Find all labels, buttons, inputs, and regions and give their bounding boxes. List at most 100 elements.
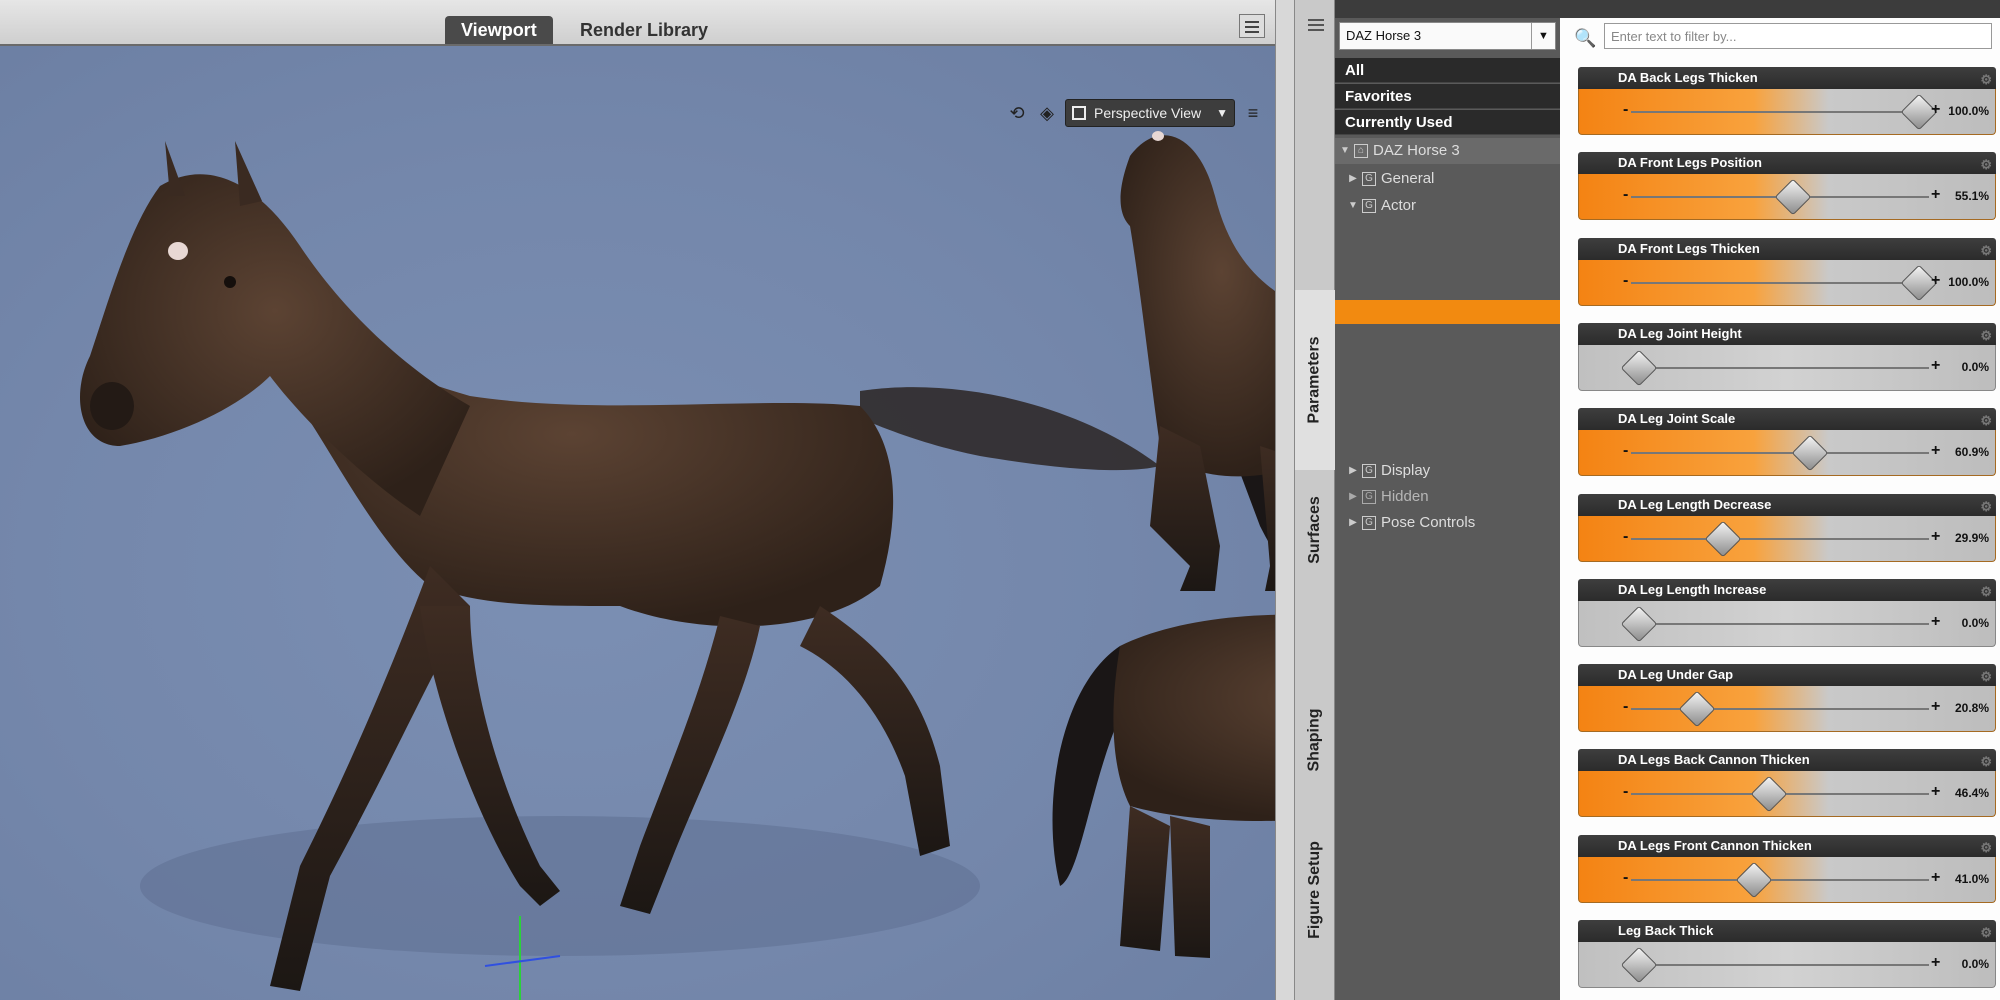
- tab-parameters[interactable]: Parameters: [1295, 290, 1335, 470]
- gear-icon[interactable]: ⚙: [1980, 69, 1992, 91]
- pane-splitter[interactable]: [1275, 0, 1295, 1000]
- decrement-button[interactable]: -: [1623, 186, 1628, 204]
- slider-knob[interactable]: [1620, 946, 1658, 984]
- increment-button[interactable]: +: [1931, 783, 1940, 801]
- figure-select[interactable]: DAZ Horse 3 ▼: [1339, 22, 1556, 50]
- slider-value[interactable]: 29.9%: [1955, 531, 1989, 545]
- 3d-scene[interactable]: ⟲ ◈ Perspective View ▼ ≡: [0, 46, 1275, 1000]
- tree-node-selected[interactable]: [1335, 300, 1560, 324]
- parameter-slider[interactable]: DA Legs Back Cannon Thicken ⚙ - +46.4%: [1578, 749, 1996, 819]
- slider-track[interactable]: [1631, 537, 1929, 540]
- slider-value[interactable]: 0.0%: [1962, 957, 1989, 971]
- tab-viewport[interactable]: Viewport: [445, 16, 553, 44]
- slider-value[interactable]: 20.8%: [1955, 701, 1989, 715]
- slider-value[interactable]: 0.0%: [1962, 616, 1989, 630]
- parameter-slider[interactable]: DA Leg Joint Scale ⚙ - +60.9%: [1578, 408, 1996, 478]
- slider-knob[interactable]: [1620, 605, 1658, 643]
- slider-value[interactable]: 100.0%: [1948, 275, 1989, 289]
- decrement-button[interactable]: -: [1623, 869, 1628, 887]
- gear-icon[interactable]: ⚙: [1980, 751, 1992, 773]
- tree-node-hidden[interactable]: ▶ G Hidden: [1335, 484, 1560, 510]
- slider-track-area[interactable]: - +100.0%: [1578, 89, 1996, 135]
- increment-button[interactable]: +: [1931, 528, 1940, 546]
- slider-track[interactable]: [1631, 452, 1929, 455]
- parameter-slider[interactable]: DA Leg Length Decrease ⚙ - +29.9%: [1578, 493, 1996, 564]
- parameter-slider[interactable]: DA Front Legs Thicken ⚙ - +100.0%: [1578, 237, 1996, 308]
- slider-value[interactable]: 46.4%: [1955, 786, 1989, 800]
- slider-knob[interactable]: [1620, 349, 1658, 387]
- tab-render-library[interactable]: Render Library: [564, 16, 724, 44]
- tab-figure-setup[interactable]: Figure Setup: [1295, 820, 1335, 960]
- decrement-button[interactable]: -: [1623, 783, 1628, 801]
- tab-shaping[interactable]: Shaping: [1295, 690, 1335, 790]
- increment-button[interactable]: +: [1931, 613, 1940, 631]
- tree-node-actor[interactable]: ▼ G Actor: [1335, 193, 1560, 219]
- tab-surfaces[interactable]: Surfaces: [1295, 480, 1335, 580]
- filter-input[interactable]: [1604, 23, 1992, 49]
- slider-track-area[interactable]: - +55.1%: [1578, 174, 1996, 221]
- gear-icon[interactable]: ⚙: [1980, 922, 1992, 944]
- slider-track[interactable]: [1631, 281, 1929, 284]
- slider-knob[interactable]: [1774, 178, 1812, 216]
- increment-button[interactable]: +: [1931, 869, 1940, 887]
- slider-track-area[interactable]: -+0.0%: [1578, 600, 1996, 647]
- slider-value[interactable]: 100.0%: [1948, 104, 1989, 118]
- tree-category-currently-used[interactable]: Currently Used: [1335, 110, 1560, 135]
- decrement-button[interactable]: -: [1623, 442, 1628, 460]
- panel-menu-icon[interactable]: [1305, 14, 1327, 36]
- menu-icon[interactable]: ≡: [1241, 101, 1265, 125]
- increment-button[interactable]: +: [1931, 101, 1940, 119]
- increment-button[interactable]: +: [1931, 954, 1940, 972]
- render-mode-icon[interactable]: ◈: [1035, 101, 1059, 125]
- increment-button[interactable]: +: [1931, 442, 1940, 460]
- parameter-slider[interactable]: DA Leg Under Gap ⚙ - +20.8%: [1578, 664, 1996, 734]
- slider-track-area[interactable]: -+0.0%: [1578, 344, 1996, 391]
- slider-value[interactable]: 41.0%: [1955, 872, 1989, 886]
- slider-track-area[interactable]: - +46.4%: [1578, 771, 1996, 818]
- decrement-button[interactable]: -: [1623, 698, 1628, 716]
- increment-button[interactable]: +: [1931, 186, 1940, 204]
- slider-track-area[interactable]: - +20.8%: [1578, 686, 1996, 733]
- tree-category-all[interactable]: All: [1335, 58, 1560, 83]
- slider-track[interactable]: [1631, 622, 1929, 625]
- slider-track-area[interactable]: - +41.0%: [1578, 856, 1996, 903]
- tree-node-display[interactable]: ▶ G Display: [1335, 458, 1560, 484]
- slider-track-area[interactable]: - +29.9%: [1578, 515, 1996, 562]
- viewport-menu-icon[interactable]: [1239, 14, 1265, 38]
- parameter-slider[interactable]: DA Legs Front Cannon Thicken ⚙ - +41.0%: [1578, 834, 1996, 905]
- gear-icon[interactable]: ⚙: [1980, 581, 1992, 603]
- increment-button[interactable]: +: [1931, 357, 1940, 375]
- parameter-slider[interactable]: DA Front Legs Position ⚙ - +55.1%: [1578, 152, 1996, 222]
- slider-knob[interactable]: [1791, 434, 1828, 472]
- slider-knob[interactable]: [1678, 690, 1716, 728]
- parameter-slider[interactable]: Leg Back Thick⚙-+0.0%: [1578, 920, 1996, 990]
- camera-select[interactable]: Perspective View ▼: [1065, 99, 1235, 127]
- slider-track-area[interactable]: - +100.0%: [1578, 259, 1996, 306]
- parameter-slider[interactable]: DA Leg Length Increase⚙-+0.0%: [1578, 578, 1996, 649]
- gear-icon[interactable]: ⚙: [1980, 240, 1992, 262]
- tree-node-general[interactable]: ▶ G General: [1335, 166, 1560, 192]
- parameter-slider[interactable]: DA Leg Joint Height⚙-+0.0%: [1578, 322, 1996, 393]
- parameter-slider[interactable]: DA Back Legs Thicken ⚙ - +100.0%: [1578, 67, 1996, 137]
- gear-icon[interactable]: ⚙: [1980, 325, 1992, 347]
- decrement-button[interactable]: -: [1623, 272, 1628, 290]
- rotate-icon[interactable]: ⟲: [1005, 101, 1029, 125]
- tree-category-favorites[interactable]: Favorites: [1335, 84, 1560, 109]
- slider-track-area[interactable]: - +60.9%: [1578, 430, 1996, 477]
- increment-button[interactable]: +: [1931, 272, 1940, 290]
- slider-knob[interactable]: [1750, 776, 1788, 813]
- tree-node-root[interactable]: ▼ ⌂ DAZ Horse 3: [1335, 138, 1560, 164]
- slider-track[interactable]: [1631, 366, 1929, 369]
- gear-icon[interactable]: ⚙: [1980, 666, 1992, 688]
- slider-value[interactable]: 0.0%: [1962, 360, 1989, 374]
- increment-button[interactable]: +: [1931, 698, 1940, 716]
- decrement-button[interactable]: -: [1623, 101, 1628, 119]
- tree-node-pose-controls[interactable]: ▶ G Pose Controls: [1335, 510, 1560, 536]
- gear-icon[interactable]: ⚙: [1980, 154, 1992, 176]
- gear-icon[interactable]: ⚙: [1980, 496, 1992, 518]
- slider-track[interactable]: [1631, 708, 1929, 711]
- slider-value[interactable]: 60.9%: [1955, 445, 1989, 459]
- slider-track[interactable]: [1631, 878, 1929, 881]
- decrement-button[interactable]: -: [1623, 528, 1628, 546]
- slider-knob[interactable]: [1735, 861, 1773, 899]
